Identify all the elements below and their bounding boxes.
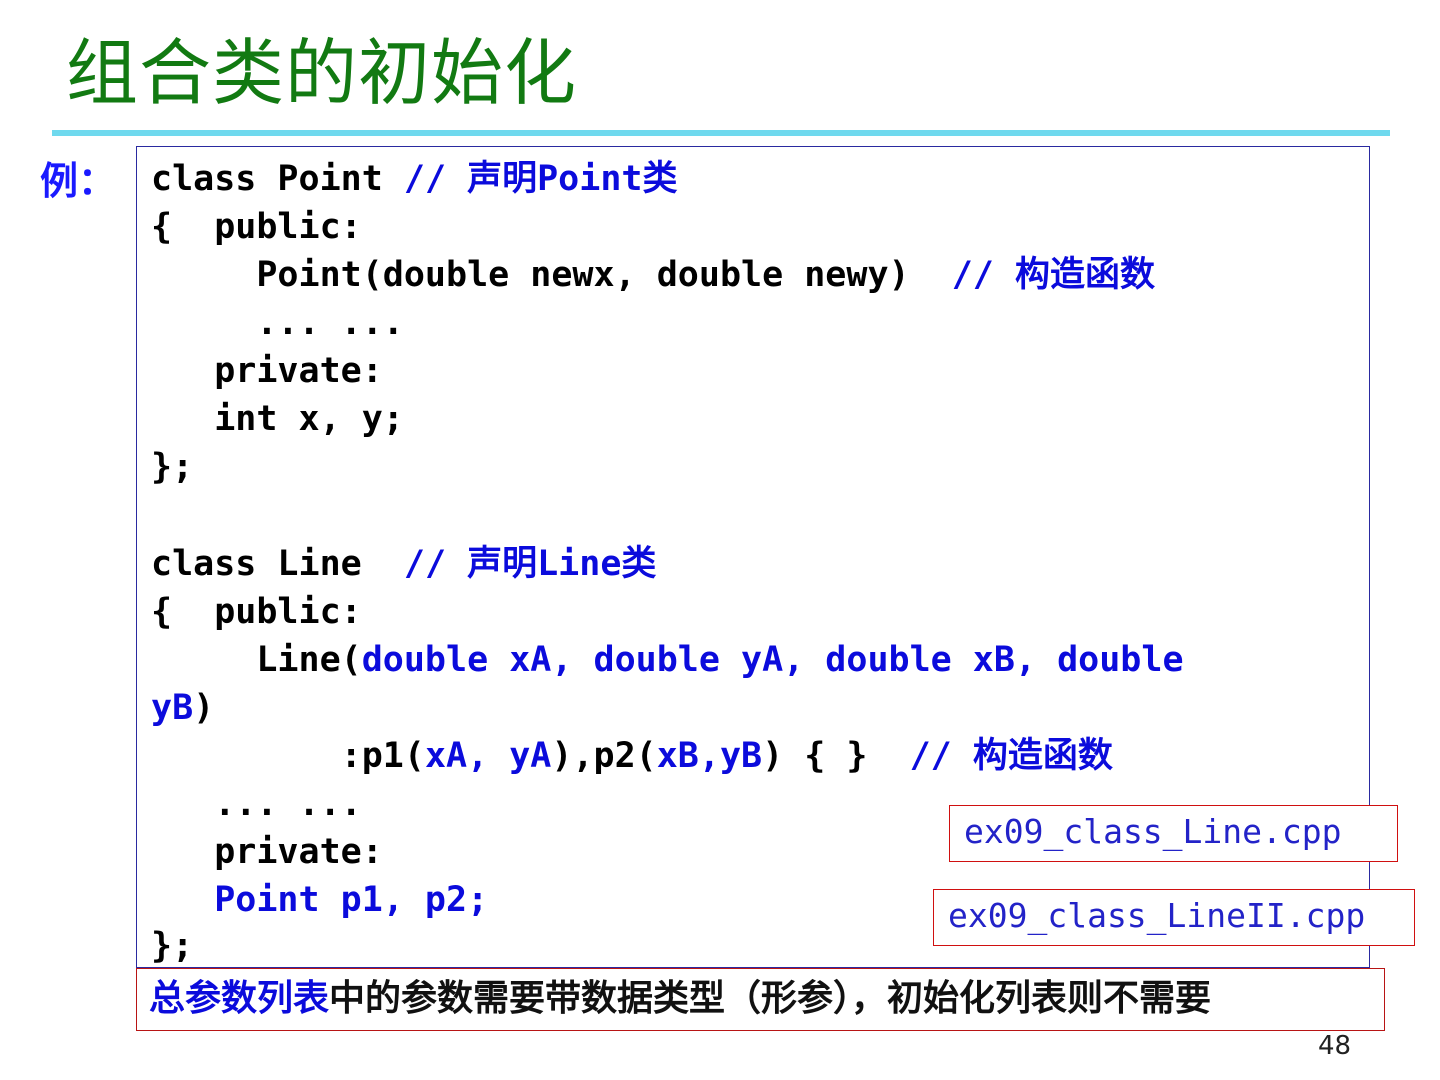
code-line: yB)	[151, 684, 214, 732]
code-line: private:	[151, 832, 383, 872]
code-text: ) { }	[762, 736, 910, 776]
code-line: Line(double xA, double yA, double xB, do…	[151, 636, 1184, 684]
code-line: private:	[151, 351, 383, 391]
code-line: class Line // 声明Line类	[151, 540, 656, 588]
code-params: double xA, double yA, double xB, double	[361, 640, 1184, 680]
code-comment: //	[951, 255, 1015, 295]
code-comment-text: 声明	[467, 544, 538, 584]
code-text: class Point	[151, 159, 404, 199]
page-number: 48	[1318, 1031, 1352, 1061]
code-comment-name: Point	[537, 159, 643, 199]
code-line: Point(double newx, double newy) // 构造函数	[151, 251, 1155, 299]
code-comment: //	[909, 736, 973, 776]
slide-title: 组合类的初始化	[66, 31, 578, 115]
code-comment-text: 构造函数	[972, 736, 1113, 776]
code-text: Line(	[151, 640, 362, 680]
code-comment: //	[403, 544, 468, 584]
code-comment-text: 构造函数	[1014, 255, 1155, 295]
code-comment-text: 声明	[467, 159, 538, 199]
code-line: int x, y;	[151, 399, 404, 439]
note-emphasis: 总参数列表	[149, 978, 330, 1019]
file-link-line[interactable]: ex09_class_Line.cpp	[949, 805, 1398, 862]
code-args: xB,yB	[656, 736, 763, 776]
code-comment-name: Line	[537, 544, 622, 584]
note-box: 总参数列表中的参数需要带数据类型（形参），初始化列表则不需要	[136, 968, 1385, 1031]
code-text: :p1(	[151, 736, 425, 776]
code-line: ... ...	[151, 784, 362, 824]
code-text: ),p2(	[551, 736, 657, 776]
code-params: yB	[151, 688, 194, 728]
code-line: { public:	[151, 592, 362, 632]
title-divider	[52, 130, 1390, 136]
code-line: };	[151, 447, 194, 487]
code-text: Point(double newx, double newy)	[151, 255, 952, 295]
code-line: { public:	[151, 207, 362, 247]
code-line: ... ...	[151, 303, 404, 343]
code-line: class Point // 声明Point类	[151, 155, 677, 203]
file-link-line-ii[interactable]: ex09_class_LineII.cpp	[933, 889, 1415, 946]
code-args: xA, yA	[424, 736, 552, 776]
code-comment-suffix: 类	[621, 544, 657, 584]
code-comment: //	[403, 159, 468, 199]
code-line: };	[151, 926, 194, 966]
code-text: )	[193, 688, 215, 728]
example-label: 例：	[40, 159, 117, 203]
code-text: class Line	[151, 544, 404, 584]
note-text: 中的参数需要带数据类型（形参），初始化列表则不需要	[329, 978, 1212, 1019]
code-line: Point p1, p2;	[151, 880, 489, 920]
code-comment-suffix: 类	[642, 159, 678, 199]
code-line: :p1(xA, yA),p2(xB,yB) { } // 构造函数	[151, 732, 1113, 780]
